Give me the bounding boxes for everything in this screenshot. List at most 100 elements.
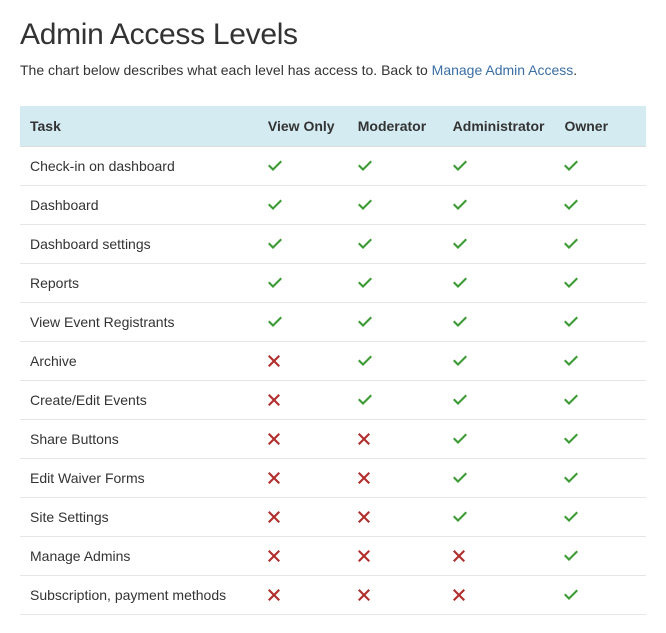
access-yes-cell: [348, 303, 443, 342]
access-yes-cell: [443, 498, 555, 537]
access-no-cell: [348, 576, 443, 615]
table-row: Create/Edit Events: [20, 381, 646, 420]
access-yes-cell: [443, 225, 555, 264]
check-icon: [358, 238, 433, 250]
access-yes-cell: [443, 420, 555, 459]
access-yes-cell: [554, 342, 646, 381]
check-icon: [564, 394, 636, 406]
check-icon: [358, 355, 433, 367]
access-no-cell: [258, 537, 348, 576]
access-no-cell: [258, 459, 348, 498]
check-icon: [268, 316, 338, 328]
access-yes-cell: [348, 381, 443, 420]
table-row: Edit Waiver Forms: [20, 459, 646, 498]
access-yes-cell: [554, 303, 646, 342]
task-cell: View Event Registrants: [20, 303, 258, 342]
task-cell: Archive: [20, 342, 258, 381]
subtitle-prefix: The chart below describes what each leve…: [20, 62, 432, 78]
access-no-cell: [258, 381, 348, 420]
table-row: Share Buttons: [20, 420, 646, 459]
cross-icon: [268, 589, 338, 601]
manage-admin-access-link[interactable]: Manage Admin Access: [432, 62, 574, 78]
access-yes-cell: [554, 420, 646, 459]
column-header-view-only: View Only: [258, 106, 348, 147]
cross-icon: [268, 355, 338, 367]
table-row: Subscription, payment methods: [20, 576, 646, 615]
check-icon: [358, 316, 433, 328]
check-icon: [564, 511, 636, 523]
access-yes-cell: [443, 186, 555, 225]
table-row: Dashboard: [20, 186, 646, 225]
check-icon: [564, 199, 636, 211]
check-icon: [564, 433, 636, 445]
access-yes-cell: [554, 381, 646, 420]
check-icon: [564, 589, 636, 601]
check-icon: [564, 472, 636, 484]
check-icon: [453, 472, 545, 484]
check-icon: [564, 550, 636, 562]
cross-icon: [358, 433, 433, 445]
access-yes-cell: [348, 342, 443, 381]
check-icon: [453, 511, 545, 523]
table-row: Site Settings: [20, 498, 646, 537]
access-yes-cell: [258, 147, 348, 186]
check-icon: [564, 355, 636, 367]
check-icon: [564, 238, 636, 250]
access-yes-cell: [348, 264, 443, 303]
cross-icon: [268, 394, 338, 406]
access-yes-cell: [554, 498, 646, 537]
task-cell: Check-in on dashboard: [20, 147, 258, 186]
check-icon: [358, 277, 433, 289]
access-yes-cell: [554, 459, 646, 498]
check-icon: [564, 316, 636, 328]
table-row: View Event Registrants: [20, 303, 646, 342]
task-cell: Dashboard: [20, 186, 258, 225]
check-icon: [358, 199, 433, 211]
check-icon: [453, 433, 545, 445]
column-header-owner: Owner: [554, 106, 646, 147]
check-icon: [453, 160, 545, 172]
cross-icon: [358, 550, 433, 562]
task-cell: Create/Edit Events: [20, 381, 258, 420]
table-row: Dashboard settings: [20, 225, 646, 264]
cross-icon: [268, 472, 338, 484]
table-row: Manage Admins: [20, 537, 646, 576]
access-yes-cell: [554, 537, 646, 576]
cross-icon: [358, 589, 433, 601]
cross-icon: [358, 511, 433, 523]
access-no-cell: [348, 459, 443, 498]
access-levels-table: Task View Only Moderator Administrator O…: [20, 106, 646, 615]
check-icon: [453, 394, 545, 406]
access-yes-cell: [443, 342, 555, 381]
column-header-moderator: Moderator: [348, 106, 443, 147]
access-yes-cell: [258, 303, 348, 342]
task-cell: Dashboard settings: [20, 225, 258, 264]
access-yes-cell: [258, 186, 348, 225]
table-row: Reports: [20, 264, 646, 303]
access-yes-cell: [258, 225, 348, 264]
cross-icon: [268, 433, 338, 445]
access-no-cell: [443, 576, 555, 615]
cross-icon: [358, 472, 433, 484]
access-no-cell: [348, 498, 443, 537]
access-yes-cell: [554, 264, 646, 303]
access-no-cell: [348, 537, 443, 576]
task-cell: Share Buttons: [20, 420, 258, 459]
check-icon: [268, 238, 338, 250]
subtitle-suffix: .: [573, 62, 577, 78]
access-yes-cell: [554, 225, 646, 264]
access-yes-cell: [348, 147, 443, 186]
access-yes-cell: [348, 186, 443, 225]
access-yes-cell: [554, 576, 646, 615]
access-no-cell: [258, 420, 348, 459]
check-icon: [453, 199, 545, 211]
task-cell: Subscription, payment methods: [20, 576, 258, 615]
task-cell: Edit Waiver Forms: [20, 459, 258, 498]
check-icon: [268, 199, 338, 211]
task-cell: Reports: [20, 264, 258, 303]
table-row: Archive: [20, 342, 646, 381]
access-no-cell: [258, 498, 348, 537]
access-yes-cell: [554, 186, 646, 225]
access-yes-cell: [258, 264, 348, 303]
access-no-cell: [443, 537, 555, 576]
